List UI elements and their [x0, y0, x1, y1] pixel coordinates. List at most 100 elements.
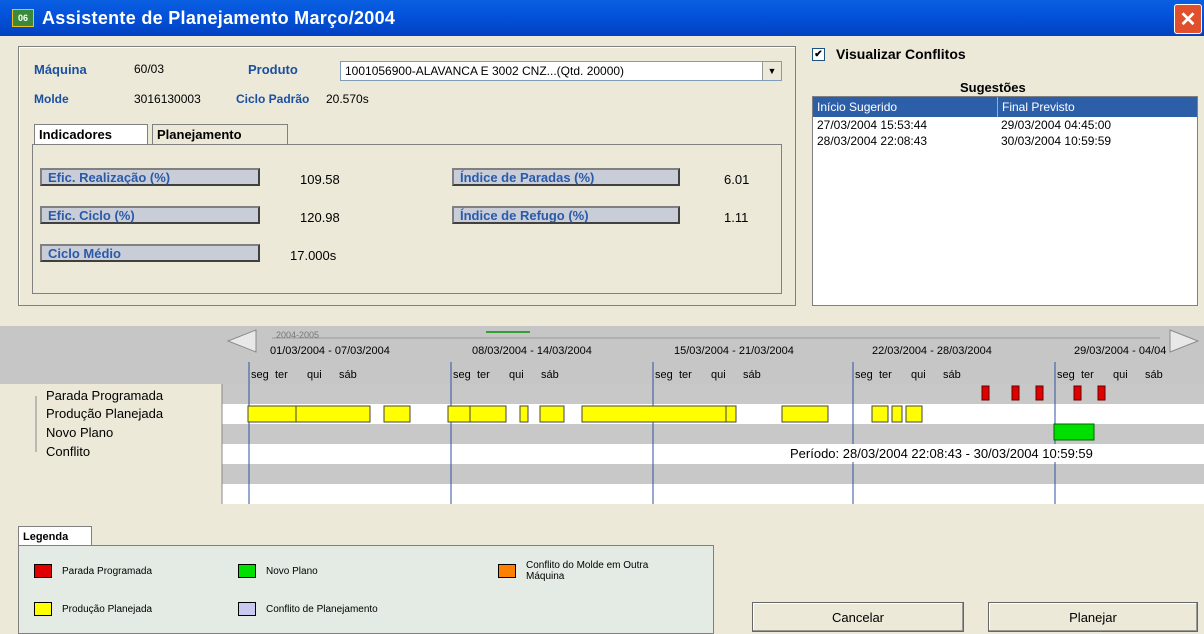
day-label: qui: [307, 369, 322, 381]
legend-label-parada: Parada Programada: [62, 566, 153, 577]
list-item-inicio: 28/03/2004 22:08:43: [817, 134, 928, 148]
list-item[interactable]: 28/03/2004 22:08:43 30/03/2004 10:59:59: [813, 133, 1197, 149]
producao-bars: [247, 405, 923, 423]
legend-swatch-parada: [34, 564, 52, 578]
indice-paradas-text: Índice de Paradas (%): [460, 169, 595, 185]
day-label: sáb: [339, 369, 357, 381]
list-item-final: 29/03/2004 04:45:00: [1001, 118, 1112, 132]
legend-swatch-producao: [34, 602, 52, 616]
ciclo-medio-label: Ciclo Médio: [40, 244, 260, 262]
efic-realizacao-label: Efic. Realização (%): [40, 168, 260, 186]
week-label: 29/03/2004 - 04/04: [1074, 345, 1166, 357]
day-label: qui: [911, 369, 926, 381]
row-bg-extra: [222, 464, 1204, 484]
day-label: sáb: [541, 369, 559, 381]
molde-value: 3016130003: [134, 92, 201, 106]
producao-bar[interactable]: [871, 405, 889, 423]
maquina-value: 60/03: [134, 62, 165, 76]
legend-swatch-novo-plano: [238, 564, 256, 578]
day-label: seg: [453, 369, 471, 381]
row-label-producao: Produção Planejada: [46, 406, 164, 421]
col-final-previsto[interactable]: Final Previsto: [998, 97, 1075, 117]
produto-label: Produto: [248, 62, 298, 77]
efic-ciclo-label: Efic. Ciclo (%): [40, 206, 260, 224]
legend-label-novo-plano: Novo Plano: [266, 566, 318, 577]
day-label: seg: [855, 369, 873, 381]
efic-ciclo-text: Efic. Ciclo (%): [48, 207, 135, 223]
molde-label: Molde: [34, 92, 69, 106]
producao-bar[interactable]: [519, 405, 529, 423]
ciclo-medio-value: 17.000s: [290, 248, 337, 263]
day-label: seg: [251, 369, 269, 381]
plan-button[interactable]: Planejar: [988, 602, 1198, 632]
day-label: seg: [1057, 369, 1075, 381]
app-icon: 06: [12, 9, 34, 27]
week-label: 08/03/2004 - 14/03/2004: [472, 345, 592, 357]
day-label: sáb: [743, 369, 761, 381]
chevron-down-icon[interactable]: ▼: [762, 62, 781, 80]
producao-bar[interactable]: [247, 405, 297, 423]
legend-label-producao: Produção Planejada: [62, 604, 153, 615]
producao-bar[interactable]: [905, 405, 923, 423]
producao-bar[interactable]: [469, 405, 507, 423]
novo-plano-bar[interactable]: [1053, 423, 1095, 441]
list-item-inicio: 27/03/2004 15:53:44: [817, 118, 928, 132]
producao-bar[interactable]: [539, 405, 565, 423]
legend-swatch-conflito-molde: [498, 564, 516, 578]
day-label: qui: [1113, 369, 1128, 381]
day-label: sáb: [943, 369, 961, 381]
row-bg-extra2: [222, 484, 1204, 504]
producao-bar[interactable]: [891, 405, 903, 423]
ciclo-padrao-label: Ciclo Padrão: [236, 92, 310, 106]
col-inicio-sugerido[interactable]: Início Sugerido: [813, 97, 998, 117]
close-button[interactable]: ✕: [1174, 4, 1202, 34]
period-tooltip: Período: 28/03/2004 22:08:43 - 30/03/200…: [790, 446, 1093, 461]
cancel-button[interactable]: Cancelar: [752, 602, 964, 632]
efic-realizacao-value: 109.58: [300, 172, 340, 187]
timeline-header-bg: [0, 326, 1204, 384]
parada-bar[interactable]: [1097, 385, 1106, 401]
suggestions-list[interactable]: Início Sugerido Final Previsto 27/03/200…: [812, 96, 1198, 306]
producao-bar[interactable]: [295, 405, 371, 423]
indice-paradas-label: Índice de Paradas (%): [452, 168, 680, 186]
week-label: 15/03/2004 - 21/03/2004: [674, 345, 794, 357]
parada-bar[interactable]: [981, 385, 990, 401]
tab-legenda[interactable]: Legenda: [18, 526, 92, 546]
day-label: qui: [509, 369, 524, 381]
window-title: Assistente de Planejamento Março/2004: [42, 7, 396, 28]
week-label: 22/03/2004 - 28/03/2004: [872, 345, 992, 357]
visualizar-conflitos-label: Visualizar Conflitos: [836, 46, 966, 62]
visualizar-conflitos-checkbox[interactable]: ✔: [812, 48, 825, 61]
parada-bar[interactable]: [1011, 385, 1020, 401]
row-label-parada: Parada Programada: [46, 388, 164, 403]
producao-bar[interactable]: [781, 405, 829, 423]
indice-refugo-value: 1.11: [724, 210, 749, 225]
producao-bar[interactable]: [725, 405, 737, 423]
producao-bar[interactable]: [581, 405, 727, 423]
day-label: ter: [1081, 369, 1094, 381]
day-label: ter: [879, 369, 892, 381]
timeline-year: 2004-2005: [276, 330, 319, 340]
list-item[interactable]: 27/03/2004 15:53:44 29/03/2004 04:45:00: [813, 117, 1197, 133]
producao-bar[interactable]: [383, 405, 411, 423]
parada-bar[interactable]: [1035, 385, 1044, 401]
gantt-area: 2004-2005 01/03/2004 - 07/03/2004 08/03/…: [0, 326, 1204, 504]
day-label: seg: [655, 369, 673, 381]
week-label: 01/03/2004 - 07/03/2004: [270, 345, 390, 357]
parada-bar[interactable]: [1073, 385, 1082, 401]
tab-planejamento[interactable]: Planejamento: [152, 124, 288, 144]
row-label-novo-plano: Novo Plano: [46, 425, 113, 440]
suggestions-header: Início Sugerido Final Previsto: [813, 97, 1197, 117]
row-bg-parada: [222, 384, 1204, 404]
indice-paradas-value: 6.01: [724, 172, 750, 187]
tab-indicadores[interactable]: Indicadores: [34, 124, 148, 144]
efic-ciclo-value: 120.98: [300, 210, 340, 225]
list-item-final: 30/03/2004 10:59:59: [1001, 134, 1112, 148]
legend-panel: [18, 545, 714, 634]
produto-select[interactable]: 1001056900-ALAVANCA E 3002 CNZ...(Qtd. 2…: [340, 61, 782, 81]
legend-label-conflito-planejamento: Conflito de Planejamento: [266, 604, 378, 615]
producao-bar[interactable]: [447, 405, 471, 423]
tab-indicadores-label: Indicadores: [39, 127, 112, 142]
produto-select-value: 1001056900-ALAVANCA E 3002 CNZ...(Qtd. 2…: [345, 64, 625, 78]
ciclo-padrao-value: 20.570s: [326, 92, 369, 106]
